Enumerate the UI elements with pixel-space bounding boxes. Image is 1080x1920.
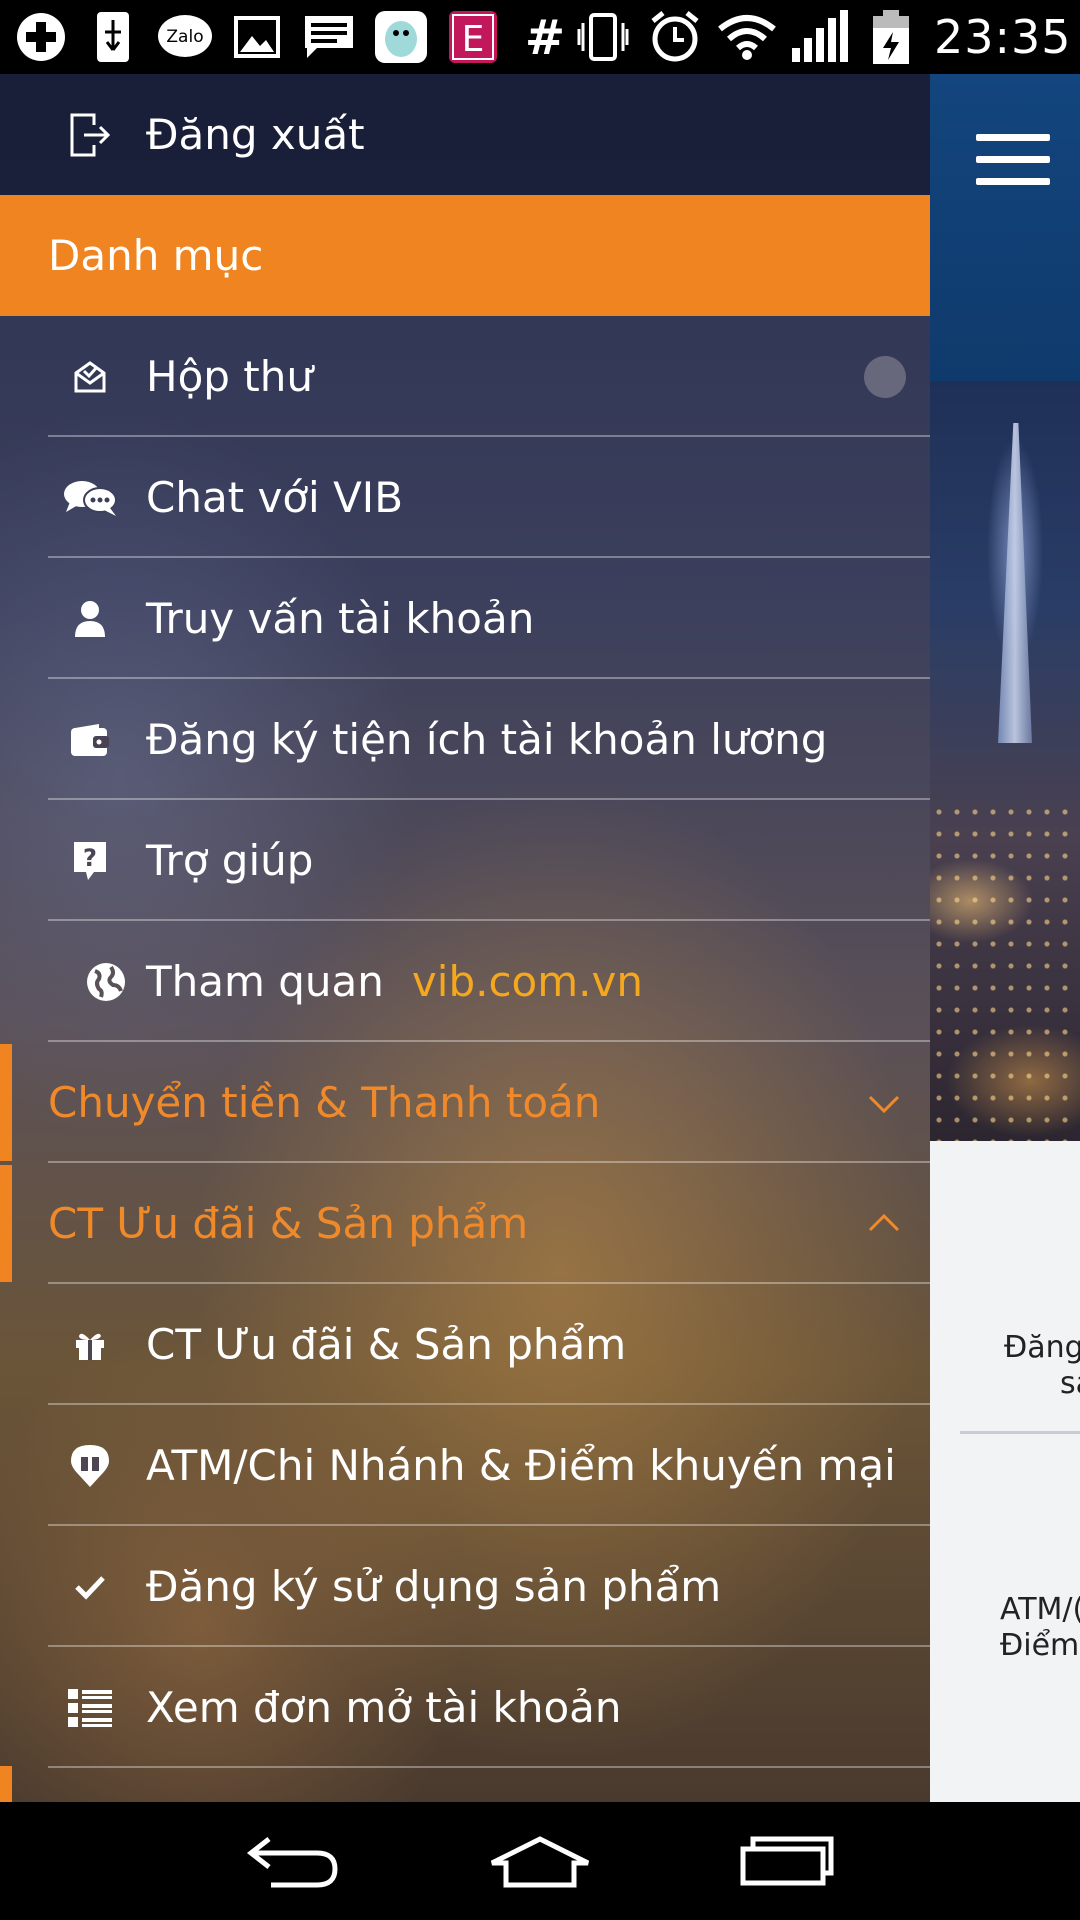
background-header <box>930 74 1080 381</box>
list-icon <box>62 1680 118 1736</box>
e-app-icon: E <box>444 8 502 66</box>
menu-icon[interactable] <box>976 134 1050 190</box>
svg-text:Zalo: Zalo <box>166 27 203 47</box>
svg-text:E: E <box>462 19 485 60</box>
globe-icon <box>78 954 134 1010</box>
check-icon <box>62 1559 118 1615</box>
help-icon: ? <box>62 833 118 889</box>
submenu-item-view-account-applications[interactable]: Xem đơn mở tài khoản <box>0 1647 930 1768</box>
city-banner-image <box>930 381 1080 1141</box>
background-card-text: ATM/( Điểm <box>1000 1592 1080 1663</box>
menu-item-inbox[interactable]: Hộp thư <box>0 316 930 437</box>
alarm-icon <box>646 8 704 66</box>
svg-text:#: # <box>525 12 565 62</box>
submenu-item-atm-branch[interactable]: ATM/Chi Nhánh & Điểm khuyến mại <box>0 1405 930 1526</box>
status-bar: Zalo E # 23:35 <box>0 0 1080 74</box>
next-section-accent-bar <box>0 1766 12 1802</box>
category-header: Danh mục <box>0 195 930 316</box>
recents-icon <box>740 1836 834 1886</box>
usb-icon <box>84 8 142 66</box>
navigation-drawer: Đăng xuất Danh mục Hộp thư Chat với VIB <box>0 74 930 1802</box>
logout-icon <box>62 107 118 163</box>
back-icon <box>247 1837 338 1888</box>
battery-charging-icon <box>862 8 920 66</box>
chat-icon <box>62 470 118 526</box>
wallet-icon <box>62 712 118 768</box>
user-icon <box>62 591 118 647</box>
background-card-text: Đăng sả <box>1004 1330 1080 1401</box>
menu-item-visit-website[interactable]: Tham quan vib.com.vn <box>0 921 930 1042</box>
zalo-icon: Zalo <box>156 8 214 66</box>
background-page: Đăng sả ATM/( Điểm <box>930 74 1080 1802</box>
system-navigation-bar <box>0 1802 1080 1920</box>
menu-item-help[interactable]: ? Trợ giúp <box>0 800 930 921</box>
website-link[interactable]: vib.com.vn <box>412 957 643 1006</box>
section-transfer-payment[interactable]: Chuyển tiền & Thanh toán <box>0 1042 930 1163</box>
back-button[interactable] <box>238 1826 348 1896</box>
background-divider <box>960 1431 1080 1434</box>
inbox-icon <box>62 349 118 405</box>
signal-icon <box>790 8 848 66</box>
logout-button[interactable]: Đăng xuất <box>0 74 930 195</box>
gallery-icon <box>228 8 286 66</box>
chevron-down-icon <box>864 1083 904 1123</box>
section-promotions-products[interactable]: CT Ưu đãi & Sản phẩm <box>0 1163 930 1284</box>
vibrate-icon <box>574 8 632 66</box>
chevron-up-icon <box>864 1204 904 1244</box>
submenu-item-promotions[interactable]: CT Ưu đãi & Sản phẩm <box>0 1284 930 1405</box>
menu-item-chat[interactable]: Chat với VIB <box>0 437 930 558</box>
menu-item-salary-account[interactable]: Đăng ký tiện ích tài khoản lương <box>0 679 930 800</box>
recents-button[interactable] <box>732 1826 842 1896</box>
wifi-icon <box>718 8 776 66</box>
section-accent-bar <box>0 1165 12 1282</box>
gift-icon <box>62 1317 118 1373</box>
unread-badge <box>864 355 906 398</box>
svg-text:?: ? <box>83 844 97 872</box>
home-button[interactable] <box>485 1826 595 1896</box>
sticker-app-icon <box>372 8 430 66</box>
hash-icon: # <box>516 8 574 66</box>
section-accent-bar <box>0 1044 12 1161</box>
message-icon <box>300 8 358 66</box>
menu-item-account-query[interactable]: Truy vấn tài khoản <box>0 558 930 679</box>
screen: Zalo E # 23:35 Đăng s ATM/(Điểm Đăng xu… <box>0 0 1080 1920</box>
submenu-item-register-product[interactable]: Đăng ký sử dụng sản phẩm <box>0 1526 930 1647</box>
add-icon <box>12 8 70 66</box>
clock-time: 23:35 <box>934 10 1072 64</box>
location-gift-icon <box>62 1438 118 1494</box>
home-icon <box>490 1836 590 1888</box>
category-title: Danh mục <box>48 231 264 280</box>
